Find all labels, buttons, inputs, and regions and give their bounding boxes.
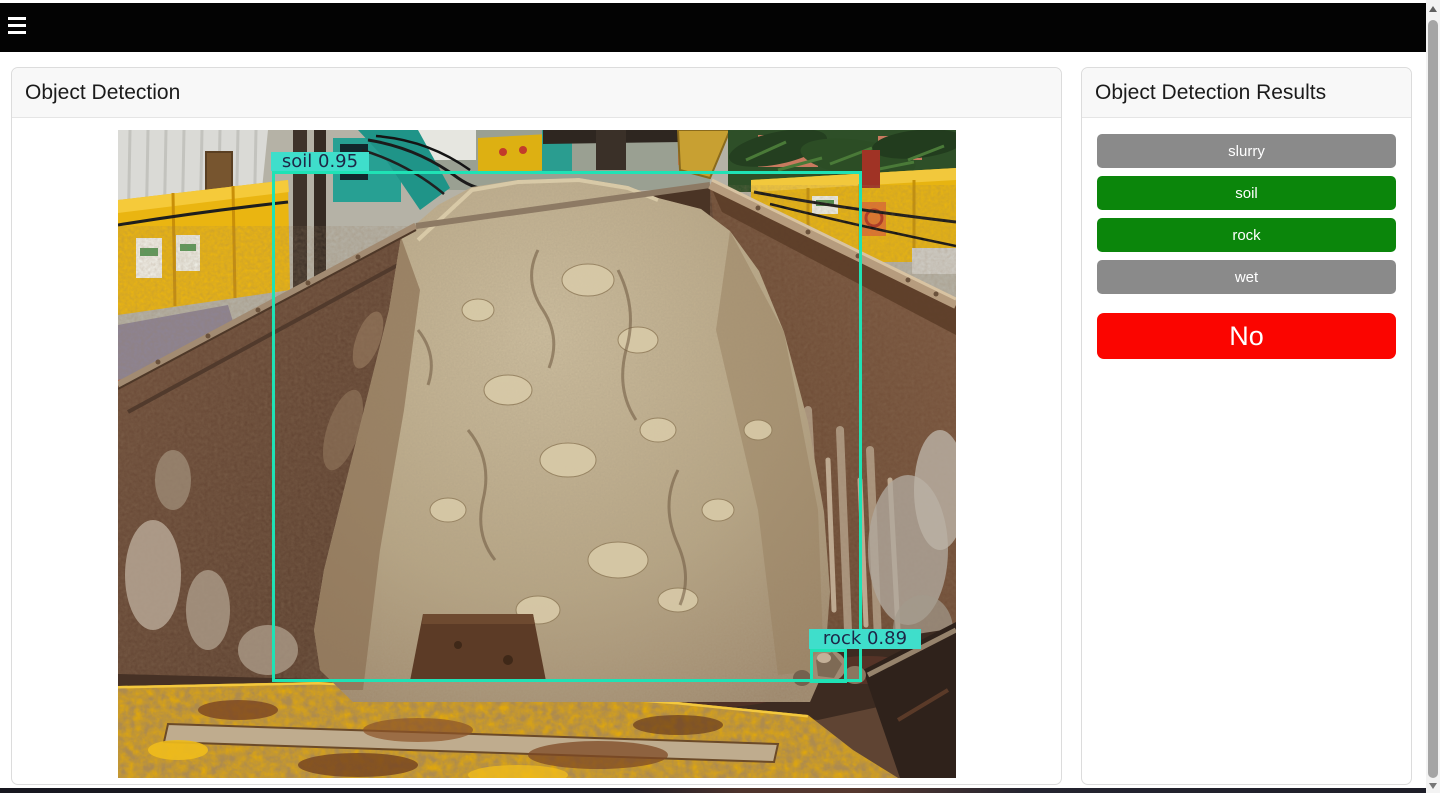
object-detection-panel: Object Detection: [11, 67, 1062, 785]
hamburger-menu-icon[interactable]: [8, 17, 26, 35]
decision-button[interactable]: No: [1097, 313, 1396, 359]
class-button-slurry[interactable]: slurry: [1097, 134, 1396, 168]
detection-label-soil: soil 0.95: [271, 152, 369, 171]
vertical-scrollbar[interactable]: [1426, 0, 1440, 793]
results-panel-title: Object Detection Results: [1082, 68, 1411, 118]
class-button-soil[interactable]: soil: [1097, 176, 1396, 210]
class-button-list: slurry soil rock wet No: [1082, 118, 1411, 359]
class-button-rock[interactable]: rock: [1097, 218, 1396, 252]
detection-results-panel: Object Detection Results slurry soil rock w…: [1081, 67, 1412, 785]
scroll-up-icon[interactable]: [1429, 6, 1437, 12]
detection-panel-title: Object Detection: [12, 68, 1061, 118]
top-navbar: [0, 3, 1426, 52]
scroll-down-icon[interactable]: [1429, 783, 1437, 789]
scrollbar-thumb[interactable]: [1428, 20, 1438, 778]
red-post: [862, 150, 880, 188]
detection-box-rock: [810, 649, 847, 683]
detection-label-rock: rock 0.89: [809, 629, 921, 649]
detection-box-soil: [272, 171, 862, 682]
truck-bed-photo: soil 0.95 rock 0.89: [118, 130, 956, 778]
class-button-wet[interactable]: wet: [1097, 260, 1396, 294]
below-fold-content: [0, 788, 1426, 793]
